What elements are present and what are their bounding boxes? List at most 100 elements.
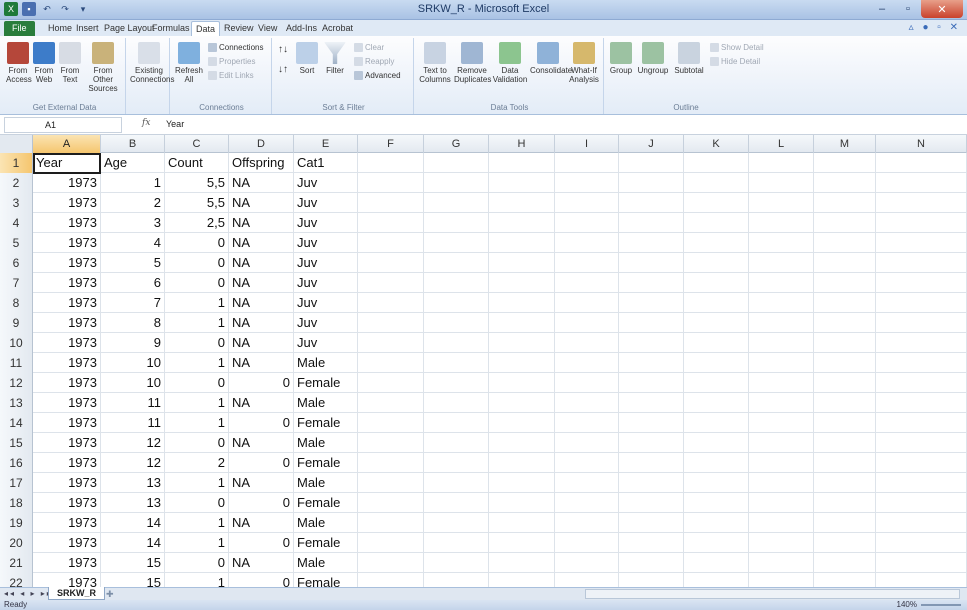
empty-cell[interactable] [876, 533, 967, 553]
empty-cell[interactable] [619, 313, 684, 333]
column-header-d[interactable]: D [229, 135, 294, 153]
cell-c18[interactable]: 0 [165, 493, 229, 513]
row-header[interactable]: 15 [0, 433, 33, 453]
cell-e19[interactable]: Male [294, 513, 358, 533]
empty-cell[interactable] [749, 513, 814, 533]
empty-cell[interactable] [814, 473, 876, 493]
cell-b12[interactable]: 10 [101, 373, 165, 393]
empty-cell[interactable] [555, 253, 619, 273]
worksheet-grid[interactable]: ABCDEFGHIJKLMN 1 Year Age Count Offspring Cat… [0, 135, 967, 595]
cell-e3[interactable]: Juv [294, 193, 358, 213]
refresh-all-button[interactable]: Refresh All [174, 42, 204, 84]
empty-cell[interactable] [489, 193, 555, 213]
empty-cell[interactable] [749, 553, 814, 573]
empty-cell[interactable] [814, 533, 876, 553]
horizontal-scrollbar[interactable] [585, 589, 960, 599]
cell-e5[interactable]: Juv [294, 233, 358, 253]
tab-data[interactable]: Data [191, 21, 221, 36]
empty-cell[interactable] [814, 373, 876, 393]
cell-d20[interactable]: 0 [229, 533, 294, 553]
empty-cell[interactable] [358, 273, 424, 293]
cell-a1[interactable]: Year [33, 153, 101, 173]
empty-cell[interactable] [684, 393, 749, 413]
existing-connections-button[interactable]: Existing Connections [130, 42, 174, 84]
cell-a17[interactable]: 1973 [33, 473, 101, 493]
cell-a16[interactable]: 1973 [33, 453, 101, 473]
empty-cell[interactable] [876, 273, 967, 293]
cell-a3[interactable]: 1973 [33, 193, 101, 213]
cell-c10[interactable]: 0 [165, 333, 229, 353]
empty-cell[interactable] [814, 273, 876, 293]
empty-cell[interactable] [358, 553, 424, 573]
empty-cell[interactable] [814, 293, 876, 313]
empty-cell[interactable] [424, 153, 489, 173]
connections-button[interactable]: Connections [208, 42, 263, 54]
cell-d13[interactable]: NA [229, 393, 294, 413]
empty-cell[interactable] [555, 353, 619, 373]
minimize-button[interactable]: – [869, 0, 895, 18]
empty-cell[interactable] [424, 173, 489, 193]
reapply-button[interactable]: Reapply [354, 56, 394, 68]
empty-cell[interactable] [489, 293, 555, 313]
cell-d8[interactable]: NA [229, 293, 294, 313]
empty-cell[interactable] [814, 433, 876, 453]
row-header[interactable]: 18 [0, 493, 33, 513]
column-header-f[interactable]: F [358, 135, 424, 153]
row-header[interactable]: 1 [0, 153, 33, 173]
cell-e4[interactable]: Juv [294, 213, 358, 233]
empty-cell[interactable] [555, 493, 619, 513]
data-validation-button[interactable]: Data Validation [492, 42, 528, 84]
hide-detail-button[interactable]: Hide Detail [710, 56, 760, 68]
row-header[interactable]: 16 [0, 453, 33, 473]
empty-cell[interactable] [619, 413, 684, 433]
empty-cell[interactable] [619, 433, 684, 453]
cell-a10[interactable]: 1973 [33, 333, 101, 353]
empty-cell[interactable] [749, 293, 814, 313]
row-header[interactable]: 13 [0, 393, 33, 413]
empty-cell[interactable] [358, 153, 424, 173]
cell-b18[interactable]: 13 [101, 493, 165, 513]
empty-cell[interactable] [358, 313, 424, 333]
empty-cell[interactable] [424, 513, 489, 533]
column-header-l[interactable]: L [749, 135, 814, 153]
text-to-columns-button[interactable]: Text to Columns [418, 42, 452, 84]
cell-d5[interactable]: NA [229, 233, 294, 253]
cell-c11[interactable]: 1 [165, 353, 229, 373]
sort-button[interactable]: Sort [296, 42, 318, 75]
empty-cell[interactable] [684, 553, 749, 573]
empty-cell[interactable] [684, 473, 749, 493]
cell-a15[interactable]: 1973 [33, 433, 101, 453]
properties-button[interactable]: Properties [208, 56, 255, 68]
column-header-b[interactable]: B [101, 135, 165, 153]
zoom-level[interactable]: 140% [897, 600, 917, 610]
row-header[interactable]: 9 [0, 313, 33, 333]
empty-cell[interactable] [619, 153, 684, 173]
column-header-i[interactable]: I [555, 135, 619, 153]
cell-e14[interactable]: Female [294, 413, 358, 433]
empty-cell[interactable] [876, 513, 967, 533]
empty-cell[interactable] [424, 313, 489, 333]
empty-cell[interactable] [358, 473, 424, 493]
empty-cell[interactable] [619, 393, 684, 413]
empty-cell[interactable] [424, 433, 489, 453]
empty-cell[interactable] [555, 373, 619, 393]
row-header[interactable]: 17 [0, 473, 33, 493]
tab-view[interactable]: View [254, 21, 281, 36]
cell-c5[interactable]: 0 [165, 233, 229, 253]
select-all-corner[interactable] [0, 135, 33, 153]
empty-cell[interactable] [358, 513, 424, 533]
cell-c13[interactable]: 1 [165, 393, 229, 413]
empty-cell[interactable] [358, 213, 424, 233]
show-detail-button[interactable]: Show Detail [710, 42, 764, 54]
cell-b2[interactable]: 1 [101, 173, 165, 193]
empty-cell[interactable] [749, 373, 814, 393]
empty-cell[interactable] [684, 273, 749, 293]
empty-cell[interactable] [358, 353, 424, 373]
empty-cell[interactable] [424, 373, 489, 393]
cell-c12[interactable]: 0 [165, 373, 229, 393]
cell-b11[interactable]: 10 [101, 353, 165, 373]
row-header[interactable]: 3 [0, 193, 33, 213]
cell-a8[interactable]: 1973 [33, 293, 101, 313]
consolidate-button[interactable]: Consolidate [530, 42, 572, 75]
help-icon[interactable]: ▵ ● ▫ ✕ [909, 22, 961, 33]
